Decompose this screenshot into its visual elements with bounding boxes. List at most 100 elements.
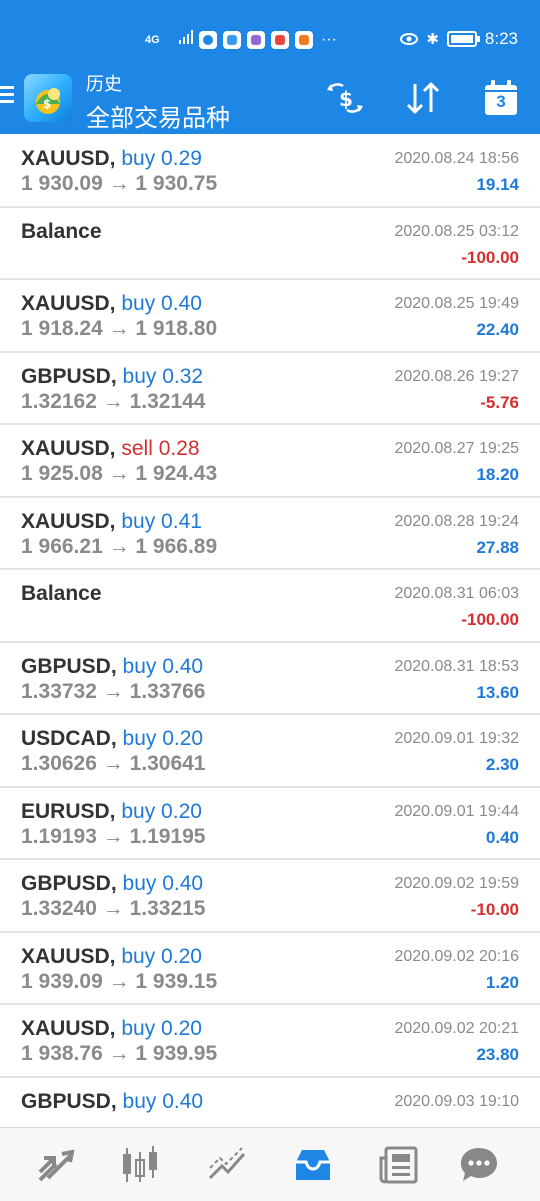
row-prices: 1.30626 → 1.30641 <box>21 752 206 775</box>
row-profit: -100.00 <box>461 610 519 629</box>
chat-icon <box>461 1148 497 1181</box>
row-symbol-line: GBPUSD, buy 0.40 <box>21 872 203 896</box>
row-profit: 13.60 <box>476 682 519 702</box>
row-prices: 1.19193 → 1.19195 <box>21 824 206 848</box>
nav-chart[interactable] <box>204 1142 250 1188</box>
nav-news[interactable] <box>376 1142 422 1188</box>
history-row[interactable]: XAUUSD, buy 0.41 1 966.21 → 1 966.89 2020.… <box>0 498 540 570</box>
bluetooth-icon: ✱ <box>426 31 439 48</box>
row-direction: buy 0.20 <box>121 944 202 968</box>
row-profit: -100.00 <box>461 247 519 267</box>
row-direction: buy 0.32 <box>122 364 204 388</box>
page-subtitle: 历史 <box>86 74 122 94</box>
row-profit: 22.40 <box>476 320 519 339</box>
nav-history[interactable] <box>290 1142 336 1188</box>
row-symbol-line: USDCAD, buy 0.20 <box>21 727 203 751</box>
row-symbol-line: XAUUSD, buy 0.29 <box>21 147 202 171</box>
bottom-navigation <box>0 1127 540 1201</box>
row-symbol: GBPUSD, <box>21 654 117 678</box>
notification-red-app-icon <box>271 30 289 49</box>
row-direction: buy 0.40 <box>122 654 204 678</box>
row-prices: 1 930.09 → 1 930.75 <box>21 172 218 195</box>
deposit-withdraw-button[interactable]: $ <box>322 78 368 118</box>
row-direction: buy 0.40 <box>122 1089 204 1113</box>
row-direction: sell 0.28 <box>121 437 200 460</box>
row-symbol: XAUUSD, <box>21 292 116 315</box>
row-direction: buy 0.20 <box>121 1017 202 1040</box>
sort-arrows-icon <box>406 82 440 114</box>
row-time: 2020.08.26 19:27 <box>394 367 519 385</box>
history-row[interactable]: GBPUSD, buy 0.40 1.33240 → 1.33215 2020.09… <box>0 860 540 933</box>
history-row[interactable]: XAUUSD, buy 0.40 1 918.24 → 1 918.80 2020.… <box>0 280 540 353</box>
svg-text:$: $ <box>339 87 353 111</box>
currency-exchange-icon: $ <box>327 83 363 113</box>
trade-icon <box>38 1149 75 1182</box>
row-profit: 0.40 <box>485 827 519 847</box>
history-row[interactable]: XAUUSD, buy 0.29 1 930.09 → 1 930.75 2020.… <box>0 135 540 208</box>
history-row[interactable]: XAUUSD, buy 0.20 1 939.09 → 1 939.15 2020.… <box>0 933 540 1005</box>
row-prices: 1 939.09 → 1 939.15 <box>21 969 218 993</box>
row-symbol-line: XAUUSD, buy 0.20 <box>21 1017 202 1041</box>
more-notifications-icon: ··· <box>321 30 337 48</box>
row-prices: 1 918.24 → 1 918.80 <box>21 317 218 340</box>
notification-app-icon <box>199 30 217 49</box>
history-row[interactable]: XAUUSD, sell 0.28 1 925.08 → 1 924.43 2020… <box>0 425 540 498</box>
row-profit: -5.76 <box>480 392 519 412</box>
nav-chat[interactable] <box>456 1142 502 1188</box>
row-profit: 2.30 <box>485 755 519 774</box>
row-symbol: XAUUSD, <box>21 944 116 968</box>
status-bar: 4G ··· ✱ 8:23 <box>0 0 540 80</box>
status-icons: 4G ··· <box>145 30 337 49</box>
svg-text:$: $ <box>43 97 51 111</box>
row-symbol: GBPUSD, <box>21 1089 117 1113</box>
sort-button[interactable] <box>400 78 446 118</box>
row-prices: 1 966.21 → 1 966.89 <box>21 534 218 558</box>
row-time: 2020.09.02 20:16 <box>394 947 519 965</box>
history-row[interactable]: USDCAD, buy 0.20 1.30626 → 1.30641 2020.09… <box>0 715 540 788</box>
history-row[interactable]: XAUUSD, buy 0.20 1 938.76 → 1 939.95 2020.… <box>0 1005 540 1078</box>
row-symbol: EURUSD, <box>21 799 116 823</box>
row-profit: 23.80 <box>476 1045 519 1064</box>
row-symbol-line: XAUUSD, buy 0.40 <box>21 292 202 316</box>
row-direction: buy 0.40 <box>122 872 204 895</box>
signal-indicator: 4G <box>145 33 160 46</box>
row-symbol: Balance <box>21 582 102 605</box>
row-prices: 1.33732 → 1.33766 <box>21 679 206 703</box>
row-symbol-line: EURUSD, buy 0.20 <box>21 800 202 824</box>
chart-icon <box>208 1147 246 1180</box>
row-profit: 27.88 <box>476 537 519 557</box>
nav-trade[interactable] <box>32 1142 78 1188</box>
row-time: 2020.09.01 19:32 <box>394 730 519 747</box>
metatrader-logo: $ <box>24 74 72 122</box>
row-direction: buy 0.20 <box>121 799 202 823</box>
history-list: XAUUSD, buy 0.29 1 930.09 → 1 930.75 2020.… <box>0 135 540 1150</box>
row-prices: 1 925.08 → 1 924.43 <box>21 462 218 485</box>
row-time: 2020.09.02 20:21 <box>394 1020 519 1037</box>
row-direction: buy 0.40 <box>121 292 202 315</box>
menu-icon[interactable] <box>0 84 16 106</box>
row-profit: -10.00 <box>470 900 519 919</box>
row-symbol: USDCAD, <box>21 727 117 750</box>
row-symbol-line: XAUUSD, buy 0.20 <box>21 945 202 969</box>
history-row[interactable]: GBPUSD, buy 0.32 1.32162 → 1.32144 2020.08… <box>0 353 540 425</box>
status-right: ✱ 8:23 <box>400 29 518 49</box>
calendar-day: 3 <box>496 92 506 111</box>
row-direction: buy 0.29 <box>121 147 202 170</box>
history-row[interactable]: EURUSD, buy 0.20 1.19193 → 1.19195 2020.09… <box>0 788 540 860</box>
period-calendar-button[interactable]: 3 <box>478 78 524 118</box>
notification-music-icon <box>247 30 265 49</box>
nav-quotes[interactable] <box>117 1142 163 1188</box>
row-prices: 1 938.76 → 1 939.95 <box>21 1042 218 1065</box>
row-time: 2020.08.27 19:25 <box>394 440 519 457</box>
history-row[interactable]: Balance 2020.08.31 06:03 -100.00 <box>0 570 540 643</box>
page-title[interactable]: 全部交易品种 <box>86 98 230 133</box>
history-row[interactable]: Balance 2020.08.25 03:12 -100.00 <box>0 208 540 280</box>
history-row[interactable]: GBPUSD, buy 0.40 1.33732 → 1.33766 2020.08… <box>0 643 540 715</box>
battery-icon <box>446 31 480 47</box>
row-time: 2020.08.24 18:56 <box>394 150 519 167</box>
row-symbol: XAUUSD, <box>21 509 116 533</box>
row-symbol-line: Balance <box>21 220 102 244</box>
row-time: 2020.08.28 19:24 <box>394 512 519 530</box>
news-icon <box>379 1146 418 1184</box>
row-time: 2020.09.01 19:44 <box>394 802 519 820</box>
